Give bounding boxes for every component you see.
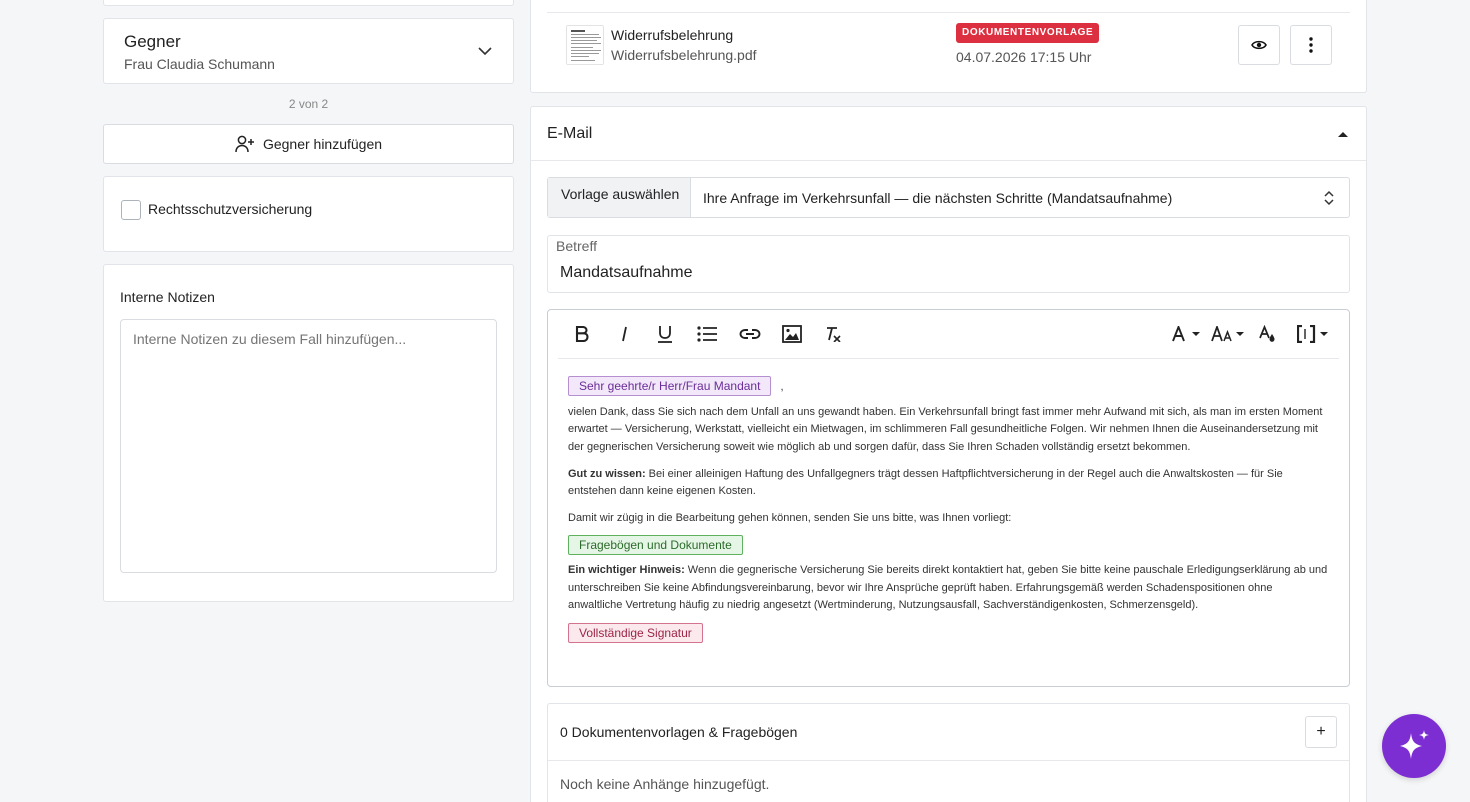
subject-input[interactable]: Mandatsaufnahme xyxy=(560,264,693,282)
text-color-icon[interactable] xyxy=(1256,323,1280,345)
document-thumbnail[interactable] xyxy=(566,25,604,65)
email-header[interactable]: E-Mail xyxy=(531,107,1366,161)
placeholder-bracket-icon[interactable] xyxy=(1296,323,1330,345)
ai-assistant-button[interactable] xyxy=(1382,714,1446,778)
more-vertical-icon xyxy=(1309,37,1313,53)
chevron-down-icon[interactable] xyxy=(477,43,493,59)
attachments-box: 0 Dokumentenvorlagen & Fragebögen + Noch… xyxy=(547,703,1350,802)
good-to-know-label: Gut zu wissen: xyxy=(568,467,646,480)
view-document-button[interactable] xyxy=(1238,25,1280,65)
clear-format-icon[interactable] xyxy=(822,323,844,345)
important-note-label: Ein wichtiger Hinweis: xyxy=(568,564,685,576)
opponent-name: Frau Claudia Schumann xyxy=(124,56,275,72)
subject-field[interactable]: Betreff Mandatsaufnahme xyxy=(547,235,1350,293)
opponent-card[interactable]: Gegner Frau Claudia Schumann xyxy=(103,18,514,84)
divider xyxy=(547,12,1350,13)
internal-notes-input[interactable] xyxy=(120,319,497,573)
email-editor[interactable]: Sehr geehrte/r Herr/Frau Mandant , viele… xyxy=(547,309,1350,687)
paragraph-good-to-know: Gut zu wissen: Bei einer alleinigen Haft… xyxy=(568,466,1329,501)
more-options-button[interactable] xyxy=(1290,25,1332,65)
greeting-comma: , xyxy=(780,381,784,393)
legal-insurance-label[interactable]: Rechtsschutzversicherung xyxy=(148,201,312,217)
internal-notes-title: Interne Notizen xyxy=(120,289,215,305)
email-body[interactable]: Sehr geehrte/r Herr/Frau Mandant , viele… xyxy=(568,376,1329,653)
email-card: E-Mail Vorlage auswählen Ihre Anfrage im… xyxy=(530,106,1367,802)
legal-insurance-checkbox[interactable] xyxy=(121,200,141,220)
opponent-counter: 2 von 2 xyxy=(288,97,329,111)
document-date: 04.07.2026 17:15 Uhr xyxy=(956,49,1092,65)
user-plus-icon xyxy=(235,135,254,153)
previous-card-edge xyxy=(103,0,514,6)
add-attachment-button[interactable]: + xyxy=(1305,716,1337,748)
document-type-badge: DOKUMENTENVORLAGE xyxy=(956,23,1100,43)
font-family-icon[interactable] xyxy=(1170,323,1202,345)
paragraph-intro: vielen Dank, dass Sie sich nach dem Unfa… xyxy=(568,405,1323,453)
add-opponent-label: Gegner hinzufügen xyxy=(262,136,383,152)
image-icon[interactable] xyxy=(780,323,804,345)
documents-placeholder-chip[interactable]: Fragebögen und Dokumente xyxy=(568,534,743,555)
bold-icon[interactable] xyxy=(572,323,592,345)
documents-card: Widerrufsbelehrung Widerrufsbelehrung.pd… xyxy=(530,0,1367,93)
select-arrows-icon xyxy=(1324,190,1334,206)
chevron-up-icon[interactable] xyxy=(1336,127,1350,141)
signature-placeholder-chip[interactable]: Vollständige Signatur xyxy=(568,622,703,643)
document-filename: Widerrufsbelehrung.pdf xyxy=(611,47,757,63)
template-label: Vorlage auswählen xyxy=(548,178,691,217)
insurance-card: Rechtsschutzversicherung xyxy=(103,176,514,252)
editor-toolbar xyxy=(558,310,1339,359)
attachments-title: 0 Dokumentenvorlagen & Fragebögen xyxy=(560,724,798,740)
paragraph-important-note: Ein wichtiger Hinweis: Wenn die gegneris… xyxy=(568,562,1329,615)
bullet-list-icon[interactable] xyxy=(696,323,718,345)
internal-notes-card: Interne Notizen xyxy=(103,264,514,602)
template-select-group[interactable]: Vorlage auswählen Ihre Anfrage im Verkeh… xyxy=(547,177,1350,218)
paragraph-request: Damit wir zügig in die Bearbeitung gehen… xyxy=(568,512,1012,524)
salutation-placeholder-chip[interactable]: Sehr geehrte/r Herr/Frau Mandant xyxy=(568,376,772,396)
attachments-header: 0 Dokumentenvorlagen & Fragebögen + xyxy=(548,704,1349,761)
eye-icon xyxy=(1251,40,1267,50)
font-size-icon[interactable] xyxy=(1210,323,1246,345)
link-icon[interactable] xyxy=(738,323,762,345)
attachments-empty-text: Noch keine Anhänge hinzugefügt. xyxy=(560,776,770,792)
opponent-title: Gegner xyxy=(124,32,181,51)
subject-label: Betreff xyxy=(556,238,597,254)
pdf-preview-icon xyxy=(567,26,603,64)
italic-icon[interactable] xyxy=(614,323,634,345)
add-opponent-button[interactable]: Gegner hinzufügen xyxy=(103,124,514,164)
sparkle-icon xyxy=(1400,730,1429,759)
document-name[interactable]: Widerrufsbelehrung xyxy=(611,27,733,43)
template-select[interactable]: Ihre Anfrage im Verkehrsunfall — die näc… xyxy=(703,190,1172,206)
good-to-know-text: Bei einer alleinigen Haftung des Unfallg… xyxy=(568,467,1283,498)
email-title: E-Mail xyxy=(547,125,593,142)
underline-icon[interactable] xyxy=(655,323,675,345)
